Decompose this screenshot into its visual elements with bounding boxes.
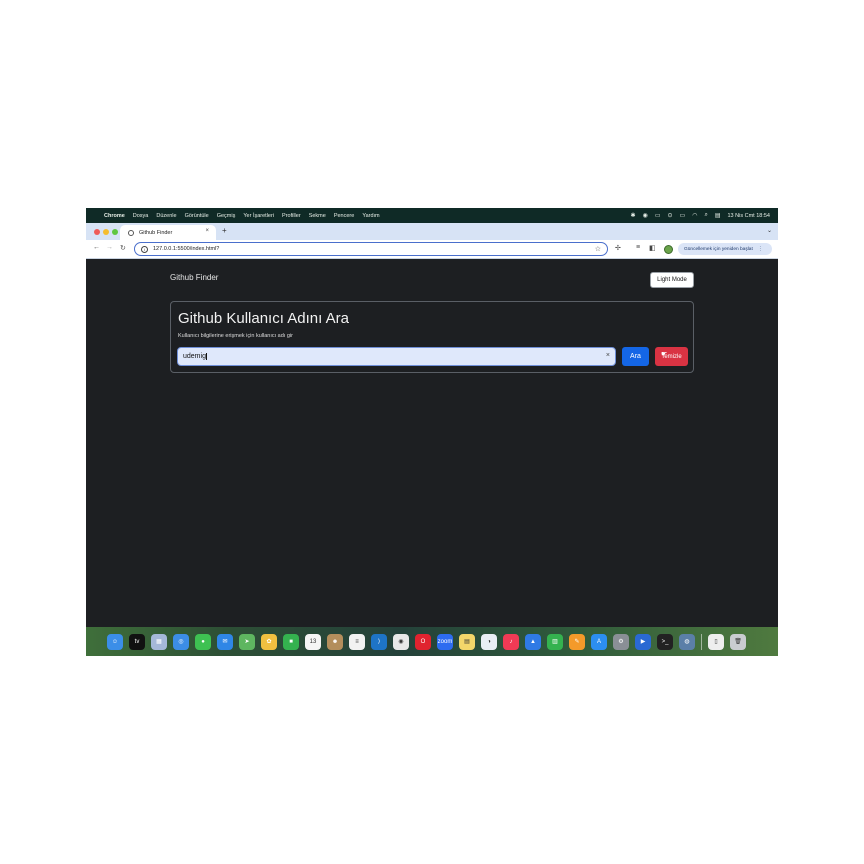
trash-icon[interactable]: 🗑 (730, 633, 746, 650)
safari-icon[interactable]: ◎ (173, 633, 189, 650)
extensions-icon[interactable]: ✢ (615, 244, 621, 252)
card-title: Github Kullanıcı Adını Ara (178, 310, 349, 327)
calendar-icon[interactable]: 13 (305, 633, 321, 650)
input-clear-icon[interactable]: × (606, 352, 610, 359)
mouse-pointer-icon: ☛ (661, 351, 668, 358)
battery-icon[interactable]: ▭ (680, 212, 686, 219)
more-menu-icon[interactable]: ⋮ (758, 247, 763, 252)
menu-sekme[interactable]: Sekme (309, 213, 326, 219)
menu-bar-status-area: ✱ ◉ ▭ ⊙ ▭ ◠ ⌕ ▤ 13 Nis Cmt 18:54 (631, 208, 770, 223)
tab-close-icon[interactable]: × (205, 228, 209, 234)
window-close-button[interactable] (94, 229, 100, 235)
card-subtitle: Kullanıcı bilgilerine erişmek için kulla… (178, 333, 293, 339)
mac-menu-bar: Chrome Dosya Düzenle Görüntüle Geçmiş Ye… (86, 208, 778, 223)
wifi-icon[interactable]: ◠ (692, 212, 697, 219)
username-input-value: udemig (183, 353, 206, 360)
keynote-icon[interactable]: ▲ (525, 633, 541, 650)
freeform-icon[interactable]: ◑ (481, 633, 497, 650)
pages-icon[interactable]: ✎ (569, 633, 585, 650)
media-controls-icon[interactable]: ≡ (636, 244, 640, 251)
music-icon[interactable]: ♪ (503, 633, 519, 650)
gear-status-icon[interactable]: ✱ (631, 212, 636, 219)
vscode-icon[interactable]: ⟩ (371, 633, 387, 650)
apple-tv-icon[interactable]: tv (129, 633, 145, 650)
facetime-icon[interactable]: ■ (283, 633, 299, 650)
menu-yardim[interactable]: Yardım (362, 213, 379, 219)
control-center-icon[interactable]: ▤ (715, 212, 721, 219)
browser-tab-strip: Github Finder × + ⌄ (86, 223, 778, 240)
mail-icon[interactable]: ✉ (217, 633, 233, 650)
launchpad-icon[interactable]: ▦ (151, 633, 167, 650)
window-minimize-button[interactable] (103, 229, 109, 235)
menu-yer-isaretleri[interactable]: Yer İşaretleri (243, 213, 274, 219)
screen-recorder-icon[interactable]: ◍ (679, 633, 695, 650)
window-zoom-button[interactable] (112, 229, 118, 235)
screen-mirroring-icon[interactable]: ▭ (655, 212, 661, 219)
photos-icon[interactable]: ✿ (261, 633, 277, 650)
menu-profiller[interactable]: Profiller (282, 213, 301, 219)
contacts-icon[interactable]: ☻ (327, 633, 343, 650)
clear-button[interactable]: Temizle (655, 347, 688, 366)
browser-tab-title: Github Finder (139, 229, 173, 236)
chrome-icon[interactable]: ◉ (393, 633, 409, 650)
address-bar-url: 127.0.0.1:5500/index.html? (153, 246, 220, 252)
address-bar[interactable]: i 127.0.0.1:5500/index.html? ☆ (134, 242, 608, 256)
messages-icon[interactable]: ● (195, 633, 211, 650)
reload-icon[interactable]: ↻ (120, 244, 126, 252)
reminders-icon[interactable]: ≡ (349, 633, 365, 650)
dock-separator (701, 633, 702, 650)
finder-icon[interactable]: ☺ (107, 633, 123, 650)
navbar-brand[interactable]: Github Finder (170, 273, 218, 282)
github-favicon-icon (128, 229, 134, 236)
site-info-icon[interactable]: i (141, 245, 148, 253)
forward-arrow-icon[interactable]: → (106, 244, 113, 251)
documents-icon[interactable]: ▯ (708, 633, 724, 650)
terminal-icon[interactable]: >_ (657, 633, 673, 650)
light-mode-button[interactable]: Light Mode (650, 272, 694, 288)
page-viewport: Github Finder Light Mode Github Kullanıc… (86, 259, 778, 627)
browser-tab[interactable]: Github Finder × (120, 225, 216, 240)
mac-dock: ☺ tv ▦ ◎ ● ✉ ➤ ✿ ■ 13 ☻ ≡ ⟩ ◉ Ozoom ▤ ◑ ♪ ▲ ▥ ✎ A ⚙ ▶ >_ ◍ ▯ 🗑 (86, 627, 778, 656)
menu-duzenle[interactable]: Düzenle (156, 213, 176, 219)
update-chrome-button[interactable]: Güncellemek için yeniden başlat ⋮ (678, 243, 772, 255)
opera-icon[interactable]: O (415, 633, 431, 650)
menu-pencere[interactable]: Pencere (334, 213, 355, 219)
text-caret (206, 353, 208, 360)
username-search-input[interactable]: udemig × (177, 347, 616, 366)
search-card: Github Kullanıcı Adını Ara Kullanıcı bil… (170, 301, 694, 373)
zoom-icon[interactable]: zoom (437, 633, 453, 650)
mac-screen: Chrome Dosya Düzenle Görüntüle Geçmiş Ye… (86, 208, 778, 656)
back-arrow-icon[interactable]: ← (93, 244, 100, 251)
side-panel-icon[interactable]: ◧ (649, 244, 656, 252)
app-store-icon[interactable]: A (591, 633, 607, 650)
menu-goruntule[interactable]: Görüntüle (185, 213, 209, 219)
menu-gecmis[interactable]: Geçmiş (217, 213, 236, 219)
profile-avatar[interactable] (664, 245, 673, 254)
tab-search-chevron-icon[interactable]: ⌄ (767, 227, 772, 234)
spotlight-search-icon[interactable]: ⌕ (704, 212, 707, 219)
update-chrome-label: Güncellemek için yeniden başlat (684, 246, 753, 252)
record-status-icon[interactable]: ⊙ (668, 212, 673, 219)
browser-toolbar: ← → ↻ i 127.0.0.1:5500/index.html? ☆ ✢ ≡… (86, 240, 778, 259)
menu-dosya[interactable]: Dosya (133, 213, 149, 219)
menu-chrome[interactable]: Chrome (104, 213, 125, 219)
bookmark-star-icon[interactable]: ☆ (595, 245, 601, 253)
maps-icon[interactable]: ➤ (239, 633, 255, 650)
menu-bar-clock[interactable]: 13 Nis Cmt 18:54 (728, 213, 771, 219)
system-settings-icon[interactable]: ⚙ (613, 633, 629, 650)
notes-icon[interactable]: ▤ (459, 633, 475, 650)
search-button[interactable]: Ara (622, 347, 649, 366)
new-tab-icon[interactable]: + (222, 226, 227, 235)
quicktime-icon[interactable]: ▶ (635, 633, 651, 650)
numbers-icon[interactable]: ▥ (547, 633, 563, 650)
play-status-icon[interactable]: ◉ (643, 212, 648, 219)
